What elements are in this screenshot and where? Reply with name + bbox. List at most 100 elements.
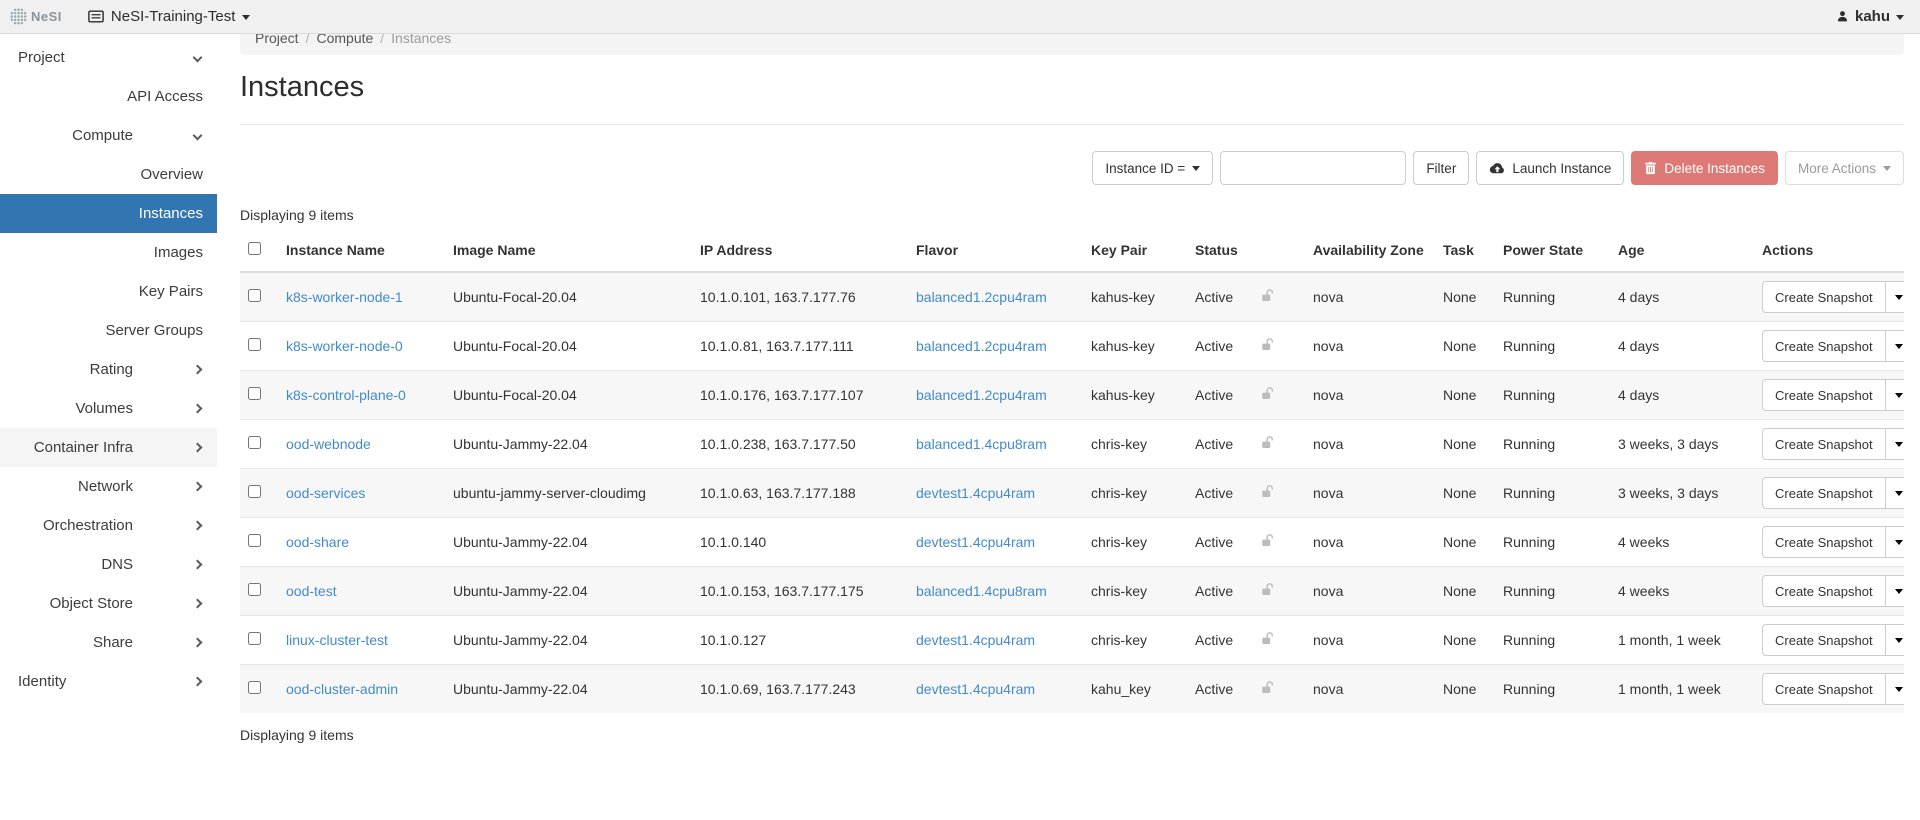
sidebar-item-share[interactable]: Share: [0, 623, 217, 662]
name-link[interactable]: k8s-worker-node-0: [286, 338, 403, 354]
caret-down-icon: [1895, 295, 1903, 300]
sidebar-item-server-groups[interactable]: Server Groups: [0, 311, 217, 350]
flavor-link[interactable]: devtest1.4cpu4ram: [916, 632, 1035, 648]
flavor-link[interactable]: balanced1.2cpu4ram: [916, 338, 1047, 354]
name-link[interactable]: k8s-worker-node-1: [286, 289, 403, 305]
unlock-icon: [1260, 533, 1275, 548]
name-link[interactable]: ood-webnode: [286, 436, 371, 452]
flavor-link[interactable]: devtest1.4cpu4ram: [916, 485, 1035, 501]
row-checkbox[interactable]: [248, 387, 261, 400]
cell-availability_zone: nova: [1305, 420, 1435, 469]
sidebar-item-orchestration[interactable]: Orchestration: [0, 506, 217, 545]
create-snapshot-button[interactable]: Create Snapshot: [1762, 624, 1886, 656]
filter-type-dropdown[interactable]: Instance ID =: [1092, 151, 1213, 185]
row-checkbox[interactable]: [248, 289, 261, 302]
delete-instances-button[interactable]: Delete Instances: [1631, 151, 1778, 185]
cell-key_pair: kahu_key: [1083, 665, 1187, 714]
create-snapshot-button[interactable]: Create Snapshot: [1762, 477, 1886, 509]
create-snapshot-button[interactable]: Create Snapshot: [1762, 379, 1886, 411]
sidebar-item-object-store[interactable]: Object Store: [0, 584, 217, 623]
sidebar-item-rating[interactable]: Rating: [0, 350, 217, 389]
cell-power_state: Running: [1495, 272, 1610, 322]
flavor-link[interactable]: balanced1.4cpu8ram: [916, 583, 1047, 599]
row-actions-dropdown[interactable]: [1886, 575, 1904, 607]
cell-age: 3 weeks, 3 days: [1610, 420, 1754, 469]
cell-name: ood-services: [278, 469, 445, 518]
unlock-icon: [1260, 435, 1275, 450]
sidebar-item-api-access[interactable]: API Access: [0, 77, 217, 116]
name-link[interactable]: ood-share: [286, 534, 349, 550]
sidebar-item-overview[interactable]: Overview: [0, 155, 217, 194]
row-checkbox[interactable]: [248, 681, 261, 694]
row-checkbox[interactable]: [248, 583, 261, 596]
row-actions-dropdown[interactable]: [1886, 477, 1904, 509]
filter-input[interactable]: [1220, 151, 1406, 185]
row-actions-dropdown[interactable]: [1886, 281, 1904, 313]
flavor-link[interactable]: balanced1.4cpu8ram: [916, 436, 1047, 452]
name-link[interactable]: k8s-control-plane-0: [286, 387, 406, 403]
row-checkbox[interactable]: [248, 338, 261, 351]
column-header-status: Status: [1187, 229, 1252, 272]
launch-instance-button[interactable]: Launch Instance: [1476, 151, 1624, 185]
cell-name: k8s-worker-node-0: [278, 322, 445, 371]
items-count-bottom: Displaying 9 items: [240, 727, 1904, 743]
sidebar-item-dns[interactable]: DNS: [0, 545, 217, 584]
flavor-link[interactable]: devtest1.4cpu4ram: [916, 534, 1035, 550]
more-actions-button[interactable]: More Actions: [1785, 151, 1904, 185]
sidebar-item-container-infra[interactable]: Container Infra: [0, 428, 217, 467]
unlock-icon: [1260, 386, 1275, 401]
column-header-checkbox: [240, 229, 278, 272]
cell-actions: Create Snapshot: [1754, 420, 1904, 469]
create-snapshot-button[interactable]: Create Snapshot: [1762, 281, 1886, 313]
flavor-link[interactable]: devtest1.4cpu4ram: [916, 681, 1035, 697]
name-link[interactable]: linux-cluster-test: [286, 632, 388, 648]
create-snapshot-button[interactable]: Create Snapshot: [1762, 526, 1886, 558]
sidebar-item-label: Overview: [140, 166, 203, 183]
nesi-logo-text: NeSI: [31, 9, 62, 24]
row-actions-dropdown[interactable]: [1886, 379, 1904, 411]
sidebar-item-label: Key Pairs: [139, 283, 203, 300]
caret-down-icon: [1895, 540, 1903, 545]
create-snapshot-button[interactable]: Create Snapshot: [1762, 428, 1886, 460]
sidebar-item-network[interactable]: Network: [0, 467, 217, 506]
cell-actions: Create Snapshot: [1754, 518, 1904, 567]
select-all-checkbox[interactable]: [248, 242, 261, 255]
sidebar-item-instances[interactable]: Instances: [0, 194, 217, 233]
create-snapshot-button[interactable]: Create Snapshot: [1762, 330, 1886, 362]
cell-image: Ubuntu-Focal-20.04: [445, 371, 692, 420]
caret-down-icon: [1895, 491, 1903, 496]
project-switcher[interactable]: NeSI-Training-Test: [88, 8, 250, 25]
name-link[interactable]: ood-services: [286, 485, 365, 501]
row-actions: Create Snapshot: [1762, 575, 1904, 607]
sidebar-item-images[interactable]: Images: [0, 233, 217, 272]
sidebar-item-volumes[interactable]: Volumes: [0, 389, 217, 428]
table-row: k8s-control-plane-0Ubuntu-Focal-20.0410.…: [240, 371, 1904, 420]
chevron-right-icon: [193, 599, 203, 609]
name-link[interactable]: ood-cluster-admin: [286, 681, 398, 697]
row-actions-dropdown[interactable]: [1886, 526, 1904, 558]
row-checkbox[interactable]: [248, 436, 261, 449]
row-checkbox[interactable]: [248, 485, 261, 498]
sidebar-item-project[interactable]: Project: [0, 38, 217, 77]
table-row: ood-cluster-adminUbuntu-Jammy-22.0410.1.…: [240, 665, 1904, 714]
name-link[interactable]: ood-test: [286, 583, 337, 599]
create-snapshot-button[interactable]: Create Snapshot: [1762, 575, 1886, 607]
row-actions-dropdown[interactable]: [1886, 673, 1904, 705]
flavor-link[interactable]: balanced1.2cpu4ram: [916, 387, 1047, 403]
row-actions-dropdown[interactable]: [1886, 428, 1904, 460]
sidebar-item-identity[interactable]: Identity: [0, 662, 217, 701]
sidebar-item-key-pairs[interactable]: Key Pairs: [0, 272, 217, 311]
row-actions-dropdown[interactable]: [1886, 624, 1904, 656]
user-menu[interactable]: kahu: [1836, 8, 1904, 25]
filter-button[interactable]: Filter: [1413, 151, 1469, 185]
row-checkbox[interactable]: [248, 632, 261, 645]
create-snapshot-button[interactable]: Create Snapshot: [1762, 673, 1886, 705]
cell-actions: Create Snapshot: [1754, 469, 1904, 518]
flavor-link[interactable]: balanced1.2cpu4ram: [916, 289, 1047, 305]
sidebar-item-compute[interactable]: Compute: [0, 116, 217, 155]
cell-checkbox: [240, 469, 278, 518]
row-checkbox[interactable]: [248, 534, 261, 547]
sidebar-item-label: Project: [18, 49, 65, 66]
cell-age: 4 weeks: [1610, 567, 1754, 616]
row-actions-dropdown[interactable]: [1886, 330, 1904, 362]
